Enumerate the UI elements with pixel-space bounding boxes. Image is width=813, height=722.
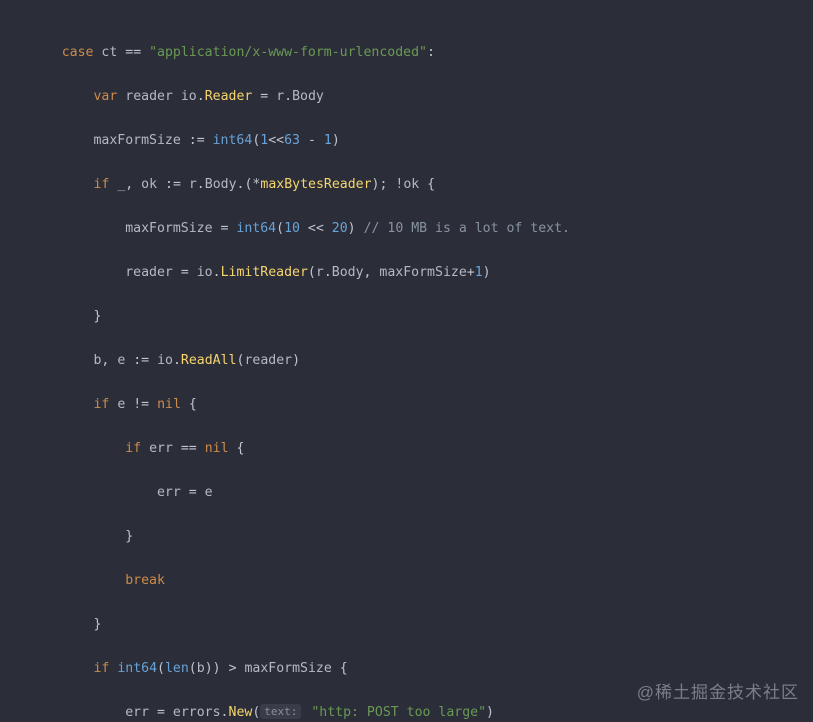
code-line: if int64(len(b)) > maxFormSize { (22, 658, 813, 680)
code-line: if _, ok := r.Body.(*maxBytesReader); !o… (22, 174, 813, 196)
code-line: reader = io.LimitReader(r.Body, maxFormS… (22, 262, 813, 284)
code-editor[interactable]: case ct == "application/x-www-form-urlen… (0, 0, 813, 722)
code-line: break (22, 570, 813, 592)
code-line: } (22, 306, 813, 328)
code-line: b, e := io.ReadAll(reader) (22, 350, 813, 372)
code-line: maxFormSize = int64(10 << 20) // 10 MB i… (22, 218, 813, 240)
code-line: } (22, 614, 813, 636)
code-line: if e != nil { (22, 394, 813, 416)
code-line: case ct == "application/x-www-form-urlen… (22, 42, 813, 64)
code-line: err = e (22, 482, 813, 504)
param-hint: text: (260, 704, 301, 719)
code-line: err = errors.New(text: "http: POST too l… (22, 702, 813, 722)
code-line: var reader io.Reader = r.Body (22, 86, 813, 108)
code-line: maxFormSize := int64(1<<63 - 1) (22, 130, 813, 152)
code-block: case ct == "application/x-www-form-urlen… (0, 0, 813, 722)
code-line: if err == nil { (22, 438, 813, 460)
code-line: } (22, 526, 813, 548)
